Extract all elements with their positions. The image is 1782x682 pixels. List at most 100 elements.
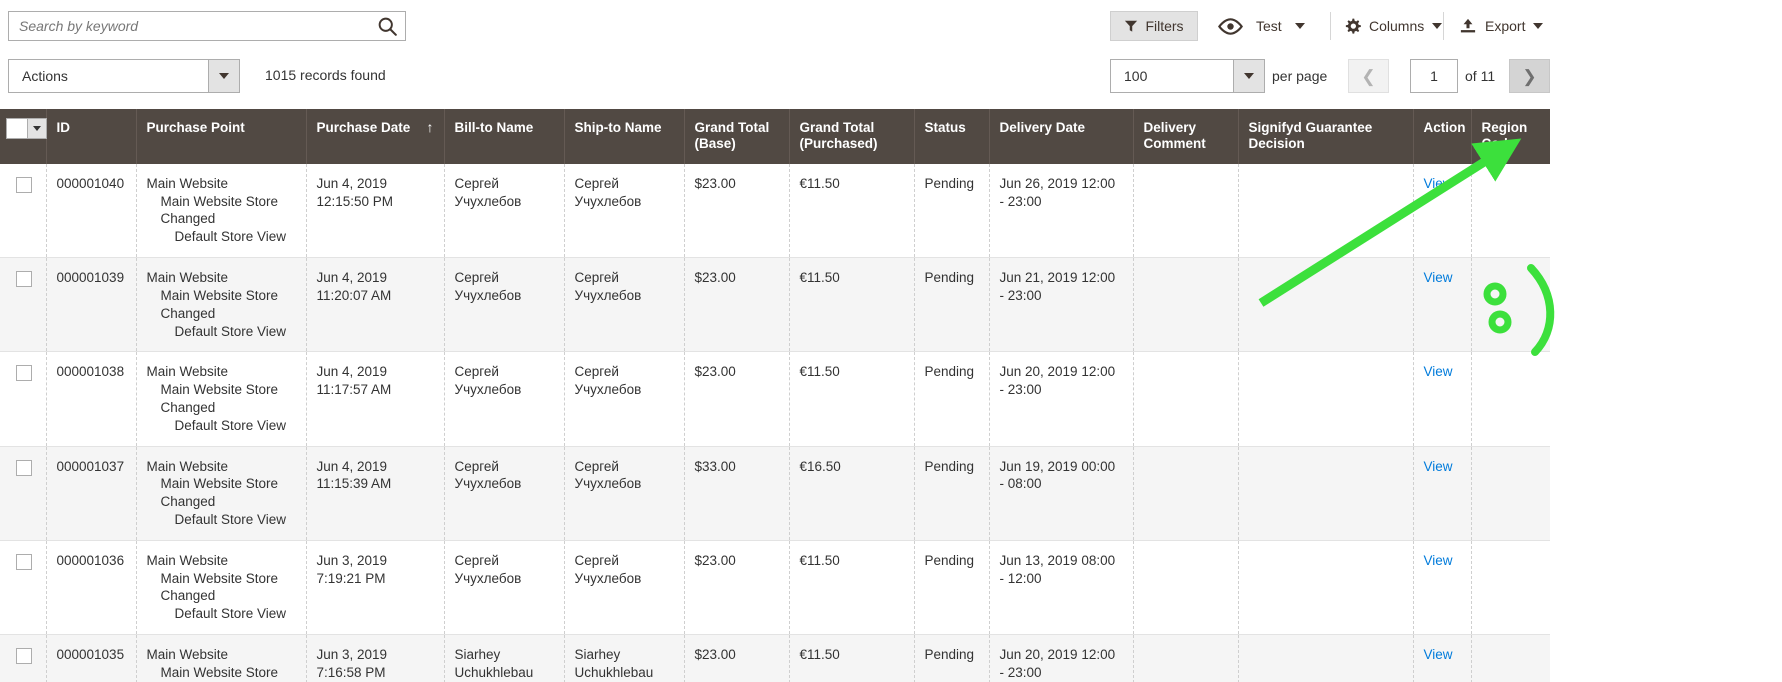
per-page-arrow[interactable]	[1233, 60, 1264, 92]
row-checkbox-cell[interactable]	[0, 258, 46, 352]
cell-ship-to-name: Сергей Учухлебов	[564, 164, 684, 258]
cell-action[interactable]: View	[1413, 258, 1471, 352]
toolbar-divider-2	[1443, 12, 1444, 40]
mass-actions-select[interactable]: Actions	[8, 59, 240, 93]
toolbar-divider	[1330, 12, 1331, 40]
purchase-point-website: Main Website	[147, 269, 296, 287]
column-header-status[interactable]: Status	[914, 109, 989, 164]
row-checkbox-cell[interactable]	[0, 540, 46, 634]
purchase-point-store-view: Default Store View	[147, 511, 296, 529]
cell-purchase-point: Main WebsiteMain Website Store ChangedDe…	[136, 540, 306, 634]
cell-id: 000001039	[46, 258, 136, 352]
row-checkbox[interactable]	[16, 271, 32, 287]
cell-action[interactable]: View	[1413, 446, 1471, 540]
cell-action[interactable]: View	[1413, 164, 1471, 258]
column-header-id[interactable]: ID	[46, 109, 136, 164]
table-header-row: ID Purchase Point Purchase Date ↑ Bill-t…	[0, 109, 1550, 164]
column-header-bill-to-name[interactable]: Bill-to Name	[444, 109, 564, 164]
purchase-point-store-view: Default Store View	[147, 417, 296, 435]
next-page-button[interactable]: ❯	[1509, 59, 1550, 93]
table-row[interactable]: 000001037Main WebsiteMain Website Store …	[0, 446, 1550, 540]
cell-signifyd-guarantee-decision	[1238, 540, 1413, 634]
column-header-delivery-date[interactable]: Delivery Date	[989, 109, 1133, 164]
cell-delivery-date: Jun 19, 2019 00:00 - 08:00	[989, 446, 1133, 540]
column-header-purchase-point[interactable]: Purchase Point	[136, 109, 306, 164]
view-order-link[interactable]: View	[1424, 553, 1453, 568]
cell-action[interactable]: View	[1413, 352, 1471, 446]
row-checkbox-cell[interactable]	[0, 164, 46, 258]
table-row[interactable]: 000001035Main WebsiteMain Website StoreJ…	[0, 635, 1550, 682]
cell-ship-to-name: Сергей Учухлебов	[564, 258, 684, 352]
view-bookmark-label: Test	[1256, 18, 1282, 34]
column-header-region-code[interactable]: Region Code	[1471, 109, 1550, 164]
page-number-input[interactable]	[1410, 59, 1458, 93]
cell-purchase-point: Main WebsiteMain Website Store	[136, 635, 306, 682]
table-row[interactable]: 000001036Main WebsiteMain Website Store …	[0, 540, 1550, 634]
column-header-ship-to-name[interactable]: Ship-to Name	[564, 109, 684, 164]
cell-action[interactable]: View	[1413, 635, 1471, 682]
view-order-link[interactable]: View	[1424, 176, 1453, 191]
select-all-checkbox[interactable]	[7, 119, 27, 138]
cell-delivery-date: Jun 20, 2019 12:00 - 23:00	[989, 352, 1133, 446]
cell-action[interactable]: View	[1413, 540, 1471, 634]
column-label: Signifyd Guarantee Decision	[1249, 120, 1403, 152]
gear-icon	[1344, 18, 1361, 35]
column-header-grand-total-base[interactable]: Grand Total (Base)	[684, 109, 789, 164]
cell-delivery-date: Jun 26, 2019 12:00 - 23:00	[989, 164, 1133, 258]
view-order-link[interactable]: View	[1424, 364, 1453, 379]
select-all-dropdown[interactable]	[27, 119, 46, 138]
filters-button[interactable]: Filters	[1110, 11, 1198, 41]
cell-delivery-comment	[1133, 164, 1238, 258]
records-found-label: 1015 records found	[265, 67, 386, 83]
view-bookmark-control[interactable]: Test	[1218, 11, 1305, 41]
per-page-select[interactable]: 100	[1110, 59, 1265, 93]
table-row[interactable]: 000001040Main WebsiteMain Website Store …	[0, 164, 1550, 258]
cell-delivery-comment	[1133, 540, 1238, 634]
row-checkbox-cell[interactable]	[0, 635, 46, 682]
eye-icon	[1218, 18, 1243, 35]
select-all-combo[interactable]	[6, 118, 47, 139]
column-label: Action	[1424, 120, 1461, 136]
column-header-signifyd-guarantee-decision[interactable]: Signifyd Guarantee Decision	[1238, 109, 1413, 164]
mass-actions-arrow[interactable]	[208, 60, 239, 92]
search-box[interactable]	[8, 11, 406, 41]
purchase-point-website: Main Website	[147, 175, 296, 193]
view-order-link[interactable]: View	[1424, 270, 1453, 285]
row-checkbox[interactable]	[16, 460, 32, 476]
cell-grand-total-purchased: €16.50	[789, 446, 914, 540]
row-checkbox-cell[interactable]	[0, 352, 46, 446]
cell-ship-to-name: Сергей Учухлебов	[564, 352, 684, 446]
cell-signifyd-guarantee-decision	[1238, 352, 1413, 446]
table-row[interactable]: 000001039Main WebsiteMain Website Store …	[0, 258, 1550, 352]
cell-bill-to-name: Сергей Учухлебов	[444, 540, 564, 634]
cell-signifyd-guarantee-decision	[1238, 258, 1413, 352]
column-header-grand-total-purchased[interactable]: Grand Total (Purchased)	[789, 109, 914, 164]
cell-delivery-comment	[1133, 635, 1238, 682]
row-checkbox[interactable]	[16, 365, 32, 381]
previous-page-button[interactable]: ❮	[1348, 59, 1389, 93]
row-checkbox[interactable]	[16, 554, 32, 570]
column-label: Delivery Date	[1000, 120, 1123, 136]
columns-control[interactable]: Columns	[1344, 11, 1442, 41]
row-checkbox-cell[interactable]	[0, 446, 46, 540]
row-checkbox[interactable]	[16, 648, 32, 664]
view-order-link[interactable]: View	[1424, 647, 1453, 662]
table-row[interactable]: 000001038Main WebsiteMain Website Store …	[0, 352, 1550, 446]
purchase-point-store: Main Website Store Changed	[147, 193, 296, 229]
column-header-purchase-date[interactable]: Purchase Date ↑	[306, 109, 444, 164]
cell-signifyd-guarantee-decision	[1238, 164, 1413, 258]
view-order-link[interactable]: View	[1424, 459, 1453, 474]
cell-purchase-date: Jun 4, 2019 12:15:50 PM	[306, 164, 444, 258]
cell-status: Pending	[914, 540, 989, 634]
select-all-header[interactable]	[0, 109, 46, 164]
search-input[interactable]	[9, 12, 369, 40]
column-header-delivery-comment[interactable]: Delivery Comment	[1133, 109, 1238, 164]
cell-grand-total-base: $23.00	[684, 164, 789, 258]
cell-bill-to-name: Сергей Учухлебов	[444, 164, 564, 258]
row-checkbox[interactable]	[16, 177, 32, 193]
search-button[interactable]	[369, 12, 405, 40]
chevron-down-icon	[1533, 23, 1543, 29]
export-control[interactable]: Export	[1459, 11, 1543, 41]
cell-purchase-date: Jun 4, 2019 11:15:39 AM	[306, 446, 444, 540]
purchase-point-website: Main Website	[147, 458, 296, 476]
